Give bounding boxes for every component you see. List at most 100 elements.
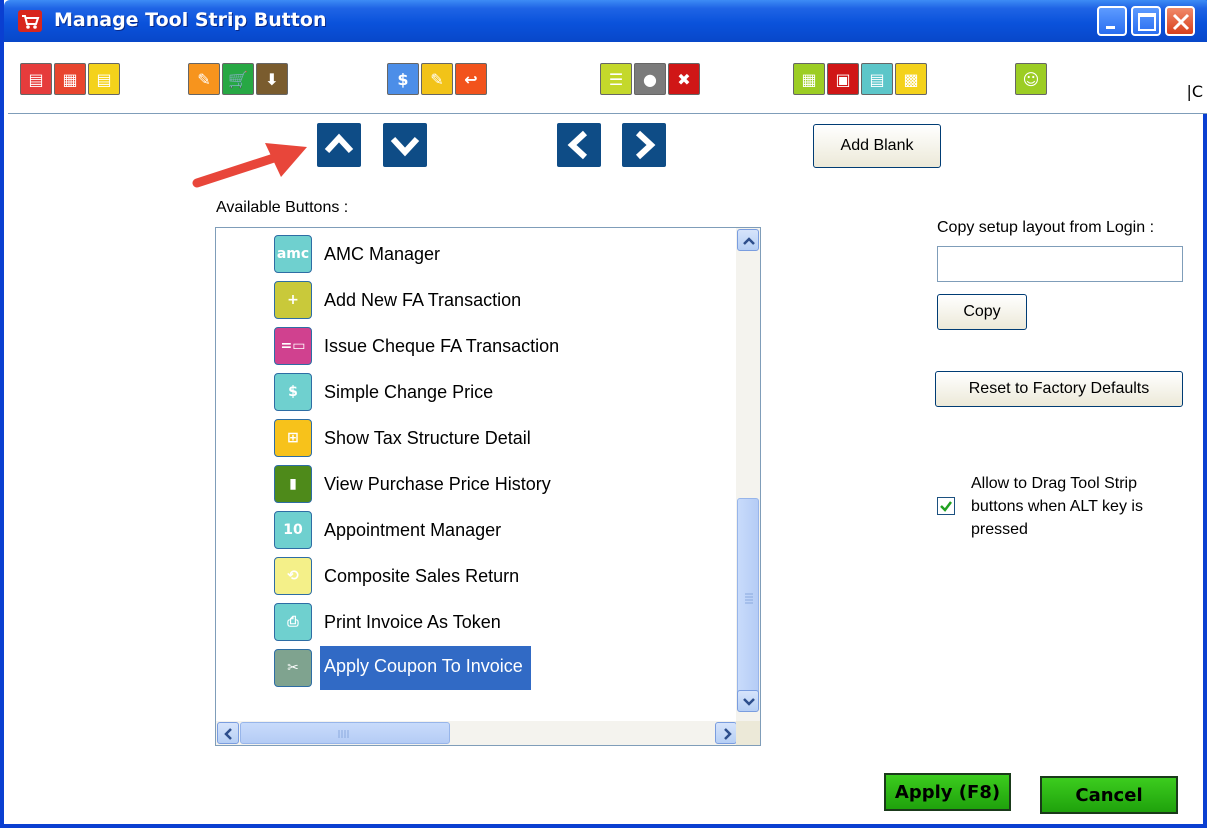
composite-return-icon-glyph: ⟲ [287,568,299,584]
list-item-label: Composite Sales Return [324,566,520,586]
title-bar[interactable]: Manage Tool Strip Button [4,0,1207,42]
list-item-label: Show Tax Structure Detail [324,428,531,448]
amc-icon[interactable]: ● [634,63,666,95]
chevron-right-icon [724,728,732,740]
available-buttons-list[interactable]: amc AMC Manager + Add New FA Transaction =▭ I… [215,227,761,746]
user-icon[interactable]: ☺ [1015,63,1047,95]
login-input[interactable] [937,246,1183,282]
shopping-cart-icon-glyph: 🛒 [228,69,248,89]
invoice-export-icon[interactable]: ▤ [88,63,120,95]
scroll-up-button[interactable] [737,229,759,251]
print-token-icon: ⎙ [274,603,312,641]
invoice-list-icon[interactable]: ▦ [54,63,86,95]
list-item[interactable]: ⊞ Show Tax Structure Detail [274,416,674,460]
move-left-button[interactable] [557,123,601,167]
move-up-button[interactable] [317,123,361,167]
shopping-cart-icon[interactable]: 🛒 [222,63,254,95]
calculator-icon-glyph: ▦ [801,69,817,89]
list-item-label: Apply Coupon To Invoice [320,646,531,690]
maximize-button[interactable] [1131,6,1161,36]
chevron-down-icon [743,698,755,706]
list-item[interactable]: + Add New FA Transaction [274,278,674,322]
add-blank-button[interactable]: Add Blank [813,124,941,168]
list-item[interactable]: ⟲ Composite Sales Return [274,554,674,598]
list-item-label: Add New FA Transaction [324,290,522,310]
vertical-scroll-thumb[interactable] [737,498,759,698]
grid-colors-icon[interactable]: ▩ [895,63,927,95]
scroll-left-button[interactable] [217,722,239,744]
horizontal-scroll-thumb[interactable] [240,722,450,744]
scroll-down-button[interactable] [737,690,759,712]
return-icon[interactable]: ↩ [455,63,487,95]
calculator-icon[interactable]: ▦ [793,63,825,95]
invoice-icon[interactable]: ▤ [20,63,52,95]
move-down-icon [390,136,420,157]
import-icon[interactable]: ⬇ [256,63,288,95]
list-item[interactable]: ▮ View Purchase Price History [274,462,674,506]
cancel-icon-glyph: ✖ [677,69,691,89]
minimize-button[interactable] [1097,6,1127,36]
list-item-label: Issue Cheque FA Transaction [324,336,560,356]
list-item-label: Appointment Manager [324,520,502,540]
list-item-label: Print Invoice As Token [324,612,501,632]
move-down-button[interactable] [383,123,427,167]
amc-icon: amc [274,235,312,273]
list-item[interactable]: ✂ Apply Coupon To Invoice [274,646,674,690]
pos-calculator-icon[interactable]: ▤ [861,63,893,95]
change-price-icon[interactable]: $ [387,63,419,95]
coupon-icon-glyph: ✂ [287,660,299,676]
allow-drag-label-line: pressed [971,521,1028,538]
list-item[interactable]: $ Simple Change Price [274,370,674,414]
dialog-window: Manage Tool Strip Button ▤ ▦ ▤ ✎ 🛒 ⬇ $ ✎ ↩ ☰ ● ✖ ▦ ▣ ▤… [0,0,1207,828]
grid-colors-icon-glyph: ▩ [903,69,919,89]
checklist-icon[interactable]: ☰ [600,63,632,95]
cheque-icon: =▭ [274,327,312,365]
allow-drag-label-line: Allow to Drag Tool Strip [971,475,1137,492]
tax-icon[interactable]: ▣ [827,63,859,95]
scroll-right-button[interactable] [715,722,737,744]
invoice-export-icon-glyph: ▤ [96,69,112,89]
add-fa-transaction-icon: + [274,281,312,319]
notes-edit-icon-glyph: ✎ [430,69,444,89]
edit-document-icon[interactable]: ✎ [188,63,220,95]
notes-edit-icon[interactable]: ✎ [421,63,453,95]
list-item[interactable]: 10 Appointment Manager [274,508,674,552]
cheque-icon-glyph: =▭ [280,338,306,354]
pos-calculator-icon-glyph: ▤ [869,69,885,89]
apply-button[interactable]: Apply (F8) [884,773,1011,811]
copy-button[interactable]: Copy [937,294,1027,330]
list-item[interactable]: =▭ Issue Cheque FA Transaction [274,324,674,368]
calendar-icon: 10 [274,511,312,549]
copy-layout-label: Copy setup layout from Login : [937,219,1155,236]
list-item[interactable]: ⎙ Print Invoice As Token [274,600,674,644]
invoice-list-icon-glyph: ▦ [62,69,78,89]
return-icon-glyph: ↩ [464,69,478,89]
tax-structure-icon: ⊞ [274,419,312,457]
invoice-icon-glyph: ▤ [28,69,44,89]
amc-icon-glyph: amc [276,246,310,262]
allow-drag-label-line: buttons when ALT key is [971,498,1143,515]
available-buttons-label: Available Buttons : [216,199,349,216]
change-price-icon: $ [274,373,312,411]
cancel-button[interactable]: Cancel [1040,776,1178,814]
user-icon-glyph: ☺ [1022,69,1040,89]
tool-strip: ▤ ▦ ▤ ✎ 🛒 ⬇ $ ✎ ↩ ☰ ● ✖ ▦ ▣ ▤ ▩ ☺ |C [8,42,1207,114]
add-fa-transaction-icon-glyph: + [287,292,299,308]
horizontal-scrollbar[interactable] [216,721,738,745]
toolbar-overflow-text: |C [1186,82,1203,101]
chevron-left-icon [224,728,232,740]
vertical-scrollbar[interactable] [736,228,760,724]
reset-defaults-button[interactable]: Reset to Factory Defaults [935,371,1183,407]
move-right-button[interactable] [622,123,666,167]
tax-structure-icon-glyph: ⊞ [287,430,299,446]
window-title: Manage Tool Strip Button [54,9,327,31]
close-button[interactable] [1165,6,1195,36]
annotation-arrow-icon [192,143,307,188]
cancel-icon[interactable]: ✖ [668,63,700,95]
amc-icon-glyph: ● [643,69,657,89]
allow-drag-checkbox[interactable] [937,497,955,515]
allow-drag-label: Allow to Drag Tool Strip [971,473,1137,494]
list-item[interactable]: amc AMC Manager [274,232,674,276]
composite-return-icon: ⟲ [274,557,312,595]
change-price-icon-glyph: $ [397,69,409,89]
